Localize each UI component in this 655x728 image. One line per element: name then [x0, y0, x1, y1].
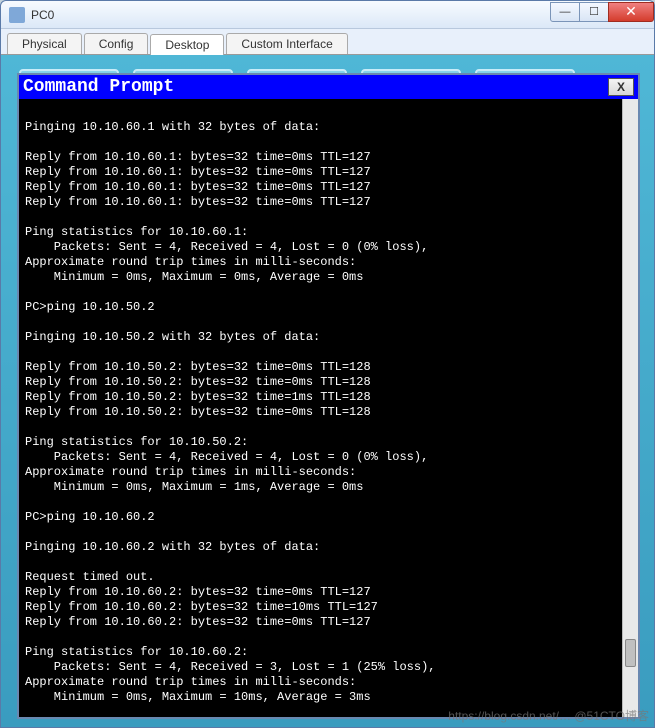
- app-window: PC0 — ☐ ✕ Physical Config Desktop Custom…: [0, 0, 655, 728]
- tab-desktop[interactable]: Desktop: [150, 34, 224, 55]
- minimize-button[interactable]: —: [550, 2, 580, 22]
- window-controls: — ☐ ✕: [551, 2, 654, 22]
- close-button[interactable]: ✕: [608, 2, 654, 22]
- app-icon: [9, 7, 25, 23]
- desktop-area: Command Prompt X Pinging 10.10.60.1 with…: [1, 55, 654, 727]
- tab-config[interactable]: Config: [84, 33, 149, 54]
- scrollbar-thumb[interactable]: [625, 639, 636, 667]
- watermark: https://blog.csdn.net/… @51CTO博客: [448, 707, 649, 724]
- console-titlebar[interactable]: Command Prompt X: [19, 75, 638, 99]
- scrollbar[interactable]: [622, 99, 638, 717]
- console-output[interactable]: Pinging 10.10.60.1 with 32 bytes of data…: [19, 99, 638, 717]
- console-title: Command Prompt: [23, 77, 608, 97]
- titlebar[interactable]: PC0 — ☐ ✕: [1, 1, 654, 29]
- tabs-row: Physical Config Desktop Custom Interface: [1, 29, 654, 55]
- console-close-button[interactable]: X: [608, 78, 634, 96]
- command-prompt-window: Command Prompt X Pinging 10.10.60.1 with…: [17, 73, 640, 719]
- tab-custom-interface[interactable]: Custom Interface: [226, 33, 347, 54]
- tab-physical[interactable]: Physical: [7, 33, 82, 54]
- maximize-button[interactable]: ☐: [579, 2, 609, 22]
- window-title: PC0: [31, 8, 551, 22]
